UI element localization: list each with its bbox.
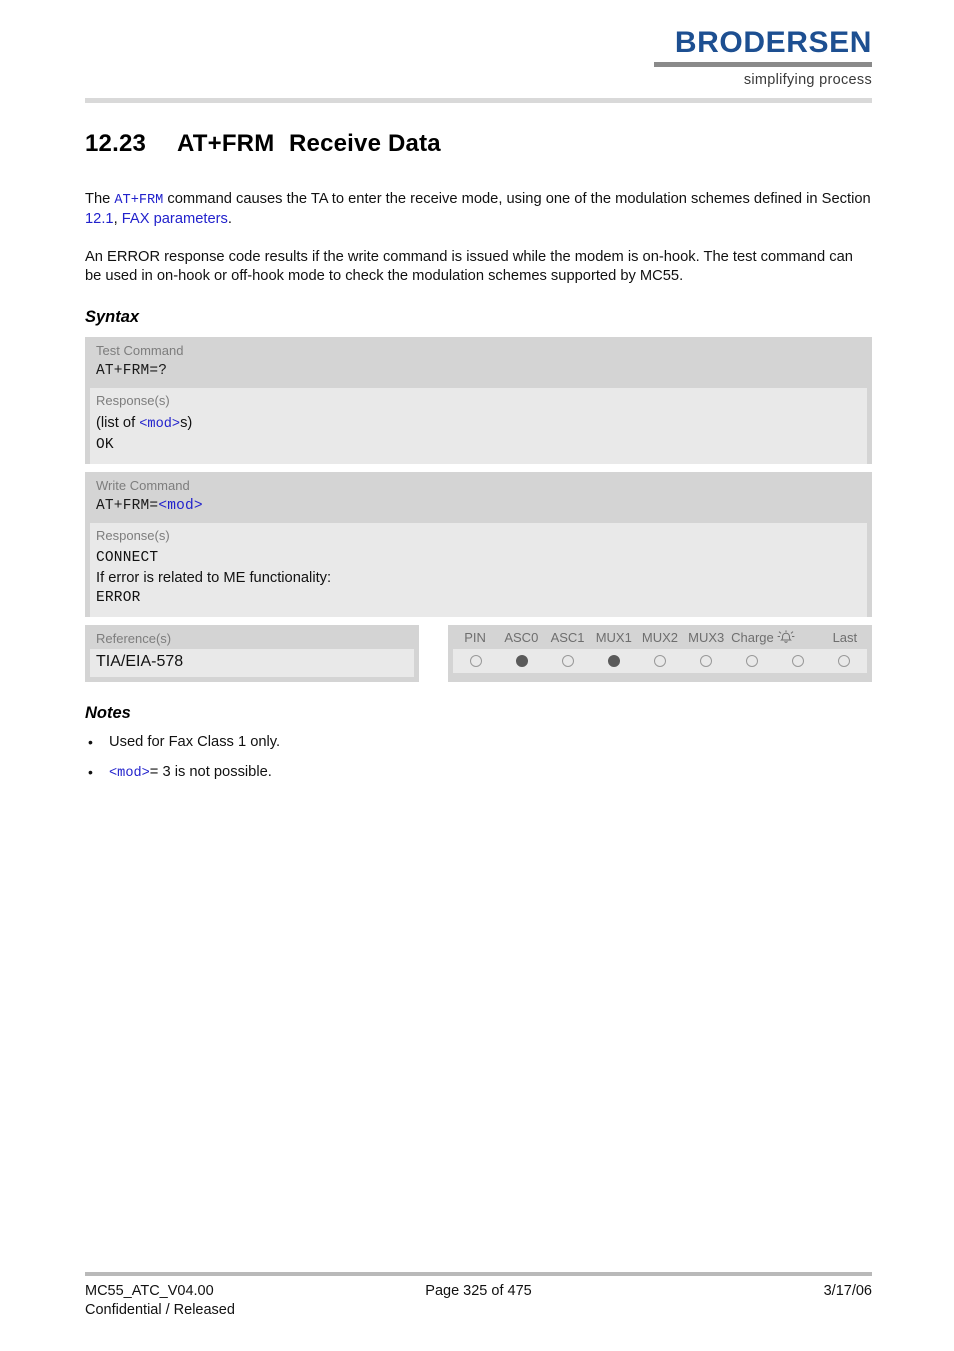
page-title: 12.23 AT+FRM Receive Data (85, 130, 872, 158)
status-dot-mux2 (654, 655, 666, 667)
write-command-param: <mod> (158, 498, 203, 514)
write-response-lines: CONNECT If error is related to ME functi… (90, 546, 867, 617)
note-1-text: Used for Fax Class 1 only. (109, 734, 281, 750)
status-dot-mux1 (608, 655, 620, 667)
write-response-error-text: If error is related to ME functionality: (96, 570, 332, 586)
section-number: 12.23 (85, 130, 147, 157)
brodersen-logo: BRODERSEN simplifying process (654, 28, 872, 88)
status-dot-asc0 (516, 655, 528, 667)
write-command-prefix: AT+FRM= (96, 498, 159, 514)
status-col-charge: Charge (731, 630, 774, 645)
status-cell-mux1 (591, 655, 637, 667)
status-dot-asc1 (562, 655, 574, 667)
note-2-param: <mod> (109, 766, 150, 781)
write-response-area: Response(s) CONNECT If error is related … (90, 523, 867, 617)
section-name: Receive Data (289, 130, 441, 157)
write-command-label: Write Command (96, 478, 190, 493)
status-table-cells (453, 649, 867, 673)
footer-rule (85, 1272, 872, 1276)
logo-divider-bar (654, 62, 872, 67)
logo-tagline: simplifying process (743, 72, 872, 88)
status-dot-alarm (792, 655, 804, 667)
reference-status-row: Reference(s) TIA/EIA-578 PIN ASC0 ASC1 M… (85, 625, 872, 682)
footer-row-2: Confidential / Released (85, 1302, 872, 1321)
status-col-pin: PIN (464, 630, 486, 645)
logo-wordmark: BRODERSEN (674, 26, 872, 59)
test-response-param: <mod> (139, 417, 181, 432)
status-col-asc0: ASC0 (504, 630, 539, 645)
footer-classification: Confidential / Released (85, 1302, 235, 1318)
test-command-block: Test Command AT+FRM=? Response(s) (list … (85, 337, 872, 464)
test-response-label: Response(s) (96, 393, 170, 408)
status-dot-last (838, 655, 850, 667)
bullet-icon: • (88, 764, 93, 780)
section-link-12-1[interactable]: 12.1 (85, 211, 114, 227)
intro-p1-command: AT+FRM (114, 193, 164, 208)
status-col-asc1: ASC1 (550, 630, 585, 645)
test-response-line-ok: OK (96, 437, 114, 453)
status-dot-pin (470, 655, 482, 667)
write-response-connect: CONNECT (96, 550, 159, 566)
notes-heading: Notes (85, 704, 131, 722)
status-table: PIN ASC0 ASC1 MUX1 MUX2 MUX3 Charge Last (448, 625, 872, 682)
test-response-pre: (list of (96, 415, 140, 431)
test-command-label: Test Command (96, 343, 184, 358)
section-link-fax-parameters[interactable]: FAX parameters (122, 211, 228, 227)
test-response-line-list: (list of <mod>s) (96, 413, 861, 435)
write-response-label: Response(s) (96, 528, 170, 543)
reference-label: Reference(s) (96, 631, 172, 646)
write-command-text: AT+FRM=<mod> (85, 496, 872, 523)
status-dot-charge (746, 655, 758, 667)
note-2-text: = 3 is not possible. (149, 764, 272, 780)
bullet-icon: • (88, 734, 93, 750)
document-page: BRODERSEN simplifying process 12.23 AT+FR… (0, 0, 954, 1351)
footer-date: 3/17/06 (823, 1283, 872, 1299)
section-command: AT+FRM (177, 130, 275, 157)
intro-paragraph-2: An ERROR response code results if the wr… (85, 249, 853, 284)
status-cell-mux2 (637, 655, 683, 667)
status-dot-mux3 (700, 655, 712, 667)
write-response-error: ERROR (96, 590, 141, 606)
status-table-header: PIN ASC0 ASC1 MUX1 MUX2 MUX3 Charge Last (448, 625, 872, 649)
status-cell-mux3 (683, 655, 729, 667)
status-col-mux2: MUX2 (641, 630, 679, 645)
status-col-last: Last (832, 630, 858, 645)
test-response-area: Response(s) (list of <mod>s) OK (90, 388, 867, 464)
syntax-heading: Syntax (85, 308, 140, 326)
status-cell-asc1 (545, 655, 591, 667)
status-cell-charge (729, 655, 775, 667)
note-item-1: • Used for Fax Class 1 only. (85, 733, 872, 752)
page-content: 12.23 AT+FRM Receive Data The AT+FRM comma… (85, 130, 872, 794)
status-cell-pin (453, 655, 499, 667)
intro-paragraph-1: The AT+FRM command causes the TA to ente… (85, 190, 872, 229)
alarm-icon (776, 630, 822, 645)
footer-row-1: MC55_ATC_V04.00 Page 325 of 475 3/17/06 (85, 1283, 872, 1302)
status-col-mux1: MUX1 (595, 630, 632, 645)
header-rule (85, 98, 872, 103)
status-cell-asc0 (499, 655, 545, 667)
footer-page-number: Page 325 of 475 (425, 1283, 532, 1299)
reference-value: TIA/EIA-578 (90, 649, 414, 677)
status-col-mux3: MUX3 (688, 630, 725, 645)
page-header: BRODERSEN simplifying process (0, 0, 954, 110)
status-cell-alarm (775, 655, 821, 667)
test-command-text: AT+FRM=? (96, 363, 168, 379)
page-footer: MC55_ATC_V04.00 Page 325 of 475 3/17/06 … (85, 1272, 872, 1321)
reference-block: Reference(s) TIA/EIA-578 (85, 625, 419, 682)
intro-p1-text-1: The (85, 191, 115, 207)
intro-p1-text-2: command causes the TA to enter the recei… (163, 191, 871, 207)
intro-p1-text-4: . (227, 211, 232, 227)
test-response-post: s) (180, 415, 193, 431)
note-item-2: • <mod>= 3 is not possible. (85, 763, 872, 783)
test-response-lines: (list of <mod>s) OK (90, 411, 867, 464)
status-cell-last (821, 655, 867, 667)
notes-list: • Used for Fax Class 1 only. • <mod>= 3 is… (85, 733, 872, 783)
write-command-block: Write Command AT+FRM=<mod> Response(s) C… (85, 472, 872, 617)
intro-p1-text-3: , (113, 211, 122, 227)
